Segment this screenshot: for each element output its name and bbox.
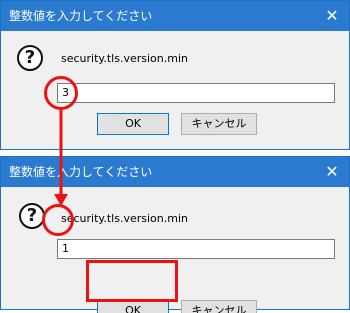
close-icon[interactable]: ✕ <box>323 157 341 187</box>
dialog-titlebar: 整数値を入力してください ✕ <box>1 1 349 31</box>
dialog-titlebar: 整数値を入力してください ✕ <box>1 157 349 187</box>
dialog-body: ? security.tls.version.min 3 OK キャンセル <box>1 31 349 149</box>
question-icon: ? <box>17 45 43 71</box>
dialog-body: ? security.tls.version.min 1 OK キャンセル <box>1 187 349 313</box>
dialog-title: 整数値を入力してください <box>9 9 153 23</box>
integer-input-dialog-before: 整数値を入力してください ✕ ? security.tls.version.mi… <box>0 0 350 150</box>
question-icon: ? <box>19 203 45 229</box>
integer-input[interactable]: 1 <box>57 239 335 259</box>
page: 整数値を入力してください ✕ ? security.tls.version.mi… <box>0 0 350 313</box>
pref-name-label: security.tls.version.min <box>61 212 188 225</box>
pref-name-label: security.tls.version.min <box>61 52 188 65</box>
cancel-button[interactable]: キャンセル <box>181 300 257 313</box>
integer-input-dialog-after: 整数値を入力してください ✕ ? security.tls.version.mi… <box>0 156 350 313</box>
ok-button[interactable]: OK <box>97 300 169 313</box>
integer-input[interactable]: 3 <box>57 83 335 103</box>
dialog-title: 整数値を入力してください <box>9 165 153 179</box>
cancel-button[interactable]: キャンセル <box>181 113 257 135</box>
close-icon[interactable]: ✕ <box>323 1 341 31</box>
ok-button[interactable]: OK <box>97 113 169 135</box>
